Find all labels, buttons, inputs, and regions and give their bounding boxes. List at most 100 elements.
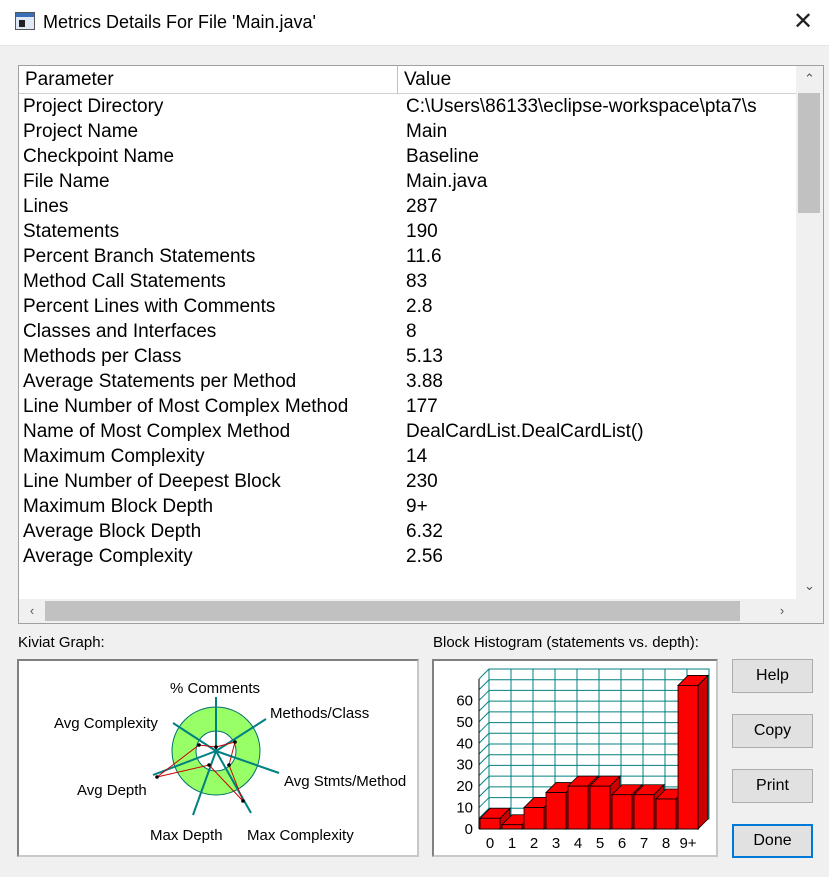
table-row[interactable]: Average Block Depth 6.32 (19, 520, 796, 545)
table-row[interactable]: Methods per Class 5.13 (19, 345, 796, 370)
table-row[interactable]: Project Name Main (19, 120, 796, 145)
table-row[interactable]: Percent Branch Statements 11.6 (19, 245, 796, 270)
title-bar: Metrics Details For File 'Main.java' ✕ (0, 0, 829, 46)
parameter-cell: Classes and Interfaces (23, 321, 217, 342)
table-header: Parameter Value (19, 66, 796, 94)
help-button[interactable]: Help (732, 659, 813, 693)
histogram-y-tick-label: 60 (456, 692, 473, 709)
parameter-cell: Line Number of Most Complex Method (23, 396, 349, 417)
block-histogram-label: Block Histogram (statements vs. depth): (433, 634, 699, 651)
histogram-x-tick-label: 4 (574, 835, 582, 852)
histogram-bar (677, 685, 699, 830)
parameter-cell: Average Block Depth (23, 521, 202, 542)
histogram-y-tick-label: 0 (465, 821, 473, 838)
table-row[interactable]: File Name Main.java (19, 170, 796, 195)
table-row[interactable]: Checkpoint Name Baseline (19, 145, 796, 170)
parameter-cell: Project Directory (23, 96, 164, 117)
table-row[interactable]: Average Complexity 2.56 (19, 545, 796, 570)
kiviat-graph-canvas: % Comments Methods/Class Avg Stmts/Metho… (54, 680, 406, 844)
value-cell: C:\Users\86133\eclipse-workspace\pta7\s (406, 96, 757, 117)
horizontal-scrollbar[interactable]: ‹ › (19, 599, 796, 623)
histogram-y-tick-label: 30 (456, 757, 473, 774)
value-cell: 8 (406, 321, 417, 342)
window-title: Metrics Details For File 'Main.java' (43, 12, 316, 32)
horizontal-scroll-thumb[interactable] (45, 601, 740, 621)
histogram-bar (501, 824, 523, 830)
histogram-gridline (478, 786, 490, 798)
histogram-bar (523, 807, 545, 830)
table-row[interactable]: Statements 190 (19, 220, 796, 245)
table-row[interactable]: Name of Most Complex Method DealCardList.… (19, 420, 796, 445)
parameter-cell: Lines (23, 196, 69, 217)
histogram-x-tick-label: 1 (508, 835, 516, 852)
close-button[interactable]: ✕ (791, 10, 815, 35)
value-cell: 5.13 (406, 346, 443, 367)
print-button[interactable]: Print (732, 769, 813, 803)
kiviat-axis-label: Avg Depth (77, 782, 147, 799)
histogram-y-tick-label: 50 (456, 714, 473, 731)
histogram-x-tick-label: 7 (640, 835, 648, 852)
table-row[interactable]: Line Number of Most Complex Method 177 (19, 395, 796, 420)
value-cell: 2.8 (406, 296, 433, 317)
histogram-y-tick-label: 20 (456, 778, 473, 795)
copy-button[interactable]: Copy (732, 714, 813, 748)
value-cell: 287 (406, 196, 438, 217)
kiviat-axis-label: Max Complexity (247, 827, 354, 844)
kiviat-graph-label: Kiviat Graph: (18, 634, 105, 651)
histogram-gridline (478, 765, 490, 776)
histogram-y-tick-label: 10 (456, 800, 473, 817)
parameter-cell: Project Name (23, 121, 139, 142)
histogram-bar (611, 794, 633, 830)
kiviat-axis-label: Max Depth (150, 827, 223, 844)
histogram-bar (479, 817, 501, 830)
done-button[interactable]: Done (732, 824, 813, 858)
histogram-bar (567, 785, 589, 830)
histogram-x-tick-label: 9+ (679, 835, 696, 852)
chevron-down-icon[interactable]: ⌄ (796, 573, 823, 599)
table-row[interactable]: Maximum Complexity 14 (19, 445, 796, 470)
histogram-gridline (478, 722, 490, 733)
table-row[interactable]: Maximum Block Depth 9+ (19, 495, 796, 520)
parameter-cell: Name of Most Complex Method (23, 421, 291, 442)
histogram-x-tick-label: 6 (618, 835, 626, 852)
table-row[interactable]: Method Call Statements 83 (19, 270, 796, 295)
kiviat-axis-label: Methods/Class (270, 705, 369, 722)
vertical-scroll-thumb[interactable] (798, 93, 820, 213)
kiviat-axis-label: Avg Stmts/Method (284, 773, 406, 790)
histogram-x-tick-label: 3 (552, 835, 560, 852)
column-header-value[interactable]: Value (404, 69, 451, 91)
value-cell: Baseline (406, 146, 479, 167)
value-cell: 177 (406, 396, 438, 417)
table-row[interactable]: Classes and Interfaces 8 (19, 320, 796, 345)
column-divider[interactable] (397, 66, 398, 94)
value-cell: 3.88 (406, 371, 443, 392)
table-row[interactable]: Lines 287 (19, 195, 796, 220)
chevron-up-icon[interactable]: ⌃ (796, 66, 823, 92)
value-cell: 9+ (406, 496, 428, 517)
value-cell: 2.56 (406, 546, 443, 567)
value-cell: 14 (406, 446, 428, 467)
histogram-bar (655, 798, 677, 830)
metrics-table: Parameter Value Project Directory C:\User… (18, 65, 824, 624)
parameter-cell: Checkpoint Name (23, 146, 175, 167)
block-histogram-canvas: 01020304050600 1 2 3 4 5 6 7 8 9+ (456, 668, 710, 852)
chevron-left-icon[interactable]: ‹ (19, 599, 45, 623)
parameter-cell: Percent Lines with Comments (23, 296, 276, 317)
table-row[interactable]: Project Directory C:\Users\86133\eclipse-… (19, 95, 796, 120)
table-row[interactable]: Line Number of Deepest Block 230 (19, 470, 796, 495)
kiviat-graph: % Comments Methods/Class Avg Stmts/Metho… (17, 659, 419, 857)
value-cell: 11.6 (406, 246, 442, 267)
chevron-right-icon[interactable]: › (769, 599, 795, 623)
scrollbar-corner (796, 599, 823, 623)
column-header-parameter[interactable]: Parameter (25, 69, 114, 91)
value-cell: Main (406, 121, 448, 142)
table-row[interactable]: Percent Lines with Comments 2.8 (19, 295, 796, 320)
histogram-x-tick-label: 5 (596, 835, 604, 852)
histogram-gridline (478, 797, 490, 808)
histogram-x-tick-label: 8 (662, 835, 670, 852)
value-cell: 230 (406, 471, 438, 492)
histogram-bar (589, 785, 611, 830)
histogram-gridline (478, 754, 490, 766)
table-row[interactable]: Average Statements per Method 3.88 (19, 370, 796, 395)
vertical-scrollbar[interactable]: ⌃ ⌄ (796, 66, 823, 599)
